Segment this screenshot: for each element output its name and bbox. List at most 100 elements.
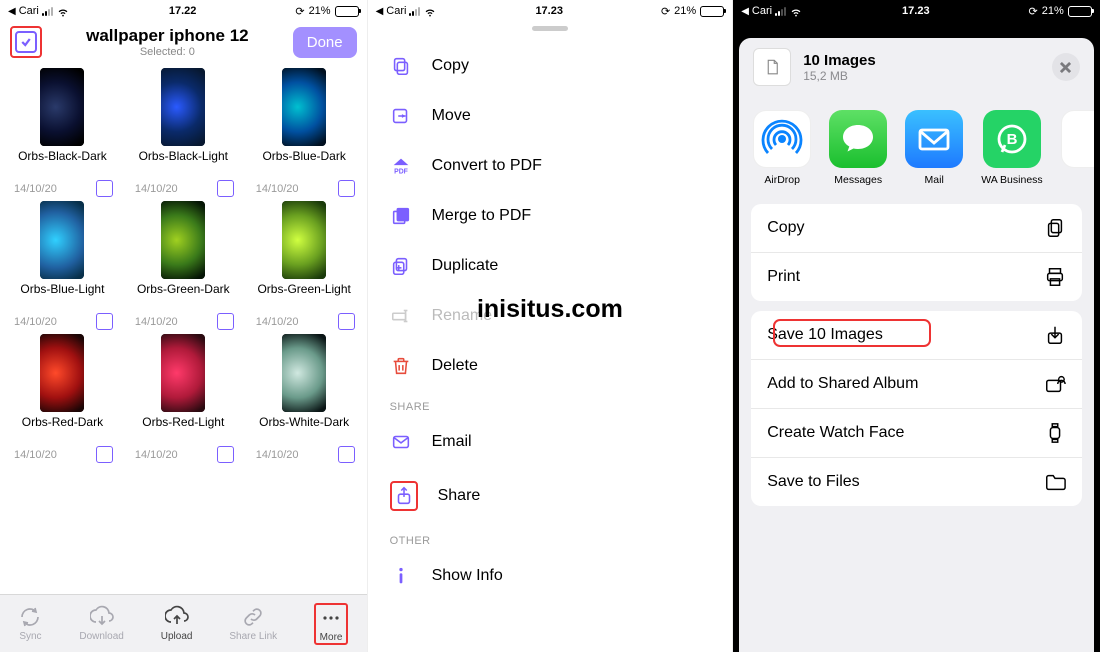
file-checkbox[interactable] — [96, 180, 113, 197]
file-name: Orbs-Black-Dark — [18, 150, 107, 178]
share-action-shared-album[interactable]: Add to Shared Album — [751, 360, 1082, 409]
copy-icon — [1044, 217, 1066, 239]
app-mail[interactable]: Mail — [905, 110, 963, 186]
file-browser-header: wallpaper iphone 12 Selected: 0 Done — [0, 22, 367, 62]
action-copy[interactable]: Copy — [368, 41, 733, 91]
action-copy-label: Copy — [432, 57, 469, 75]
file-cell[interactable]: Orbs-Red-Light 14/10/20 — [125, 334, 242, 463]
orientation-lock-icon: ⟳ — [1029, 5, 1038, 18]
app-messages[interactable]: Messages — [829, 110, 887, 186]
file-cell[interactable]: Orbs-Black-Light 14/10/20 — [125, 68, 242, 197]
orientation-lock-icon: ⟳ — [295, 5, 304, 18]
share-action-save-files[interactable]: Save to Files — [751, 458, 1082, 506]
share-action-copy-label: Copy — [767, 219, 804, 237]
file-cell[interactable]: Orbs-Black-Dark 14/10/20 — [4, 68, 121, 197]
share-action-copy[interactable]: Copy — [751, 204, 1082, 253]
file-checkbox[interactable] — [338, 313, 355, 330]
back-caret-icon[interactable]: ◀ — [8, 6, 16, 17]
status-bar: ◀ Cari 17.23 ⟳ 21% — [368, 0, 733, 22]
highlight-save-images — [773, 319, 931, 347]
folder-icon — [1044, 471, 1066, 493]
status-time: 17.23 — [902, 5, 930, 17]
file-checkbox[interactable] — [217, 446, 234, 463]
tab-sync[interactable]: Sync — [18, 605, 42, 642]
sync-icon — [18, 605, 42, 629]
share-sheet-header: 10 Images 15,2 MB — [739, 38, 1094, 96]
svg-text:B: B — [1007, 131, 1018, 148]
battery-percent: 21% — [674, 5, 696, 17]
back-caret-icon[interactable]: ◀ — [741, 6, 749, 17]
tab-more-label: More — [320, 632, 343, 643]
file-cell[interactable]: Orbs-Green-Light 14/10/20 — [246, 201, 363, 330]
action-duplicate[interactable]: Duplicate — [368, 241, 733, 291]
file-thumbnail — [161, 334, 205, 412]
file-date: 14/10/20 — [14, 316, 57, 328]
share-action-album-label: Add to Shared Album — [767, 375, 918, 393]
share-action-watch-face[interactable]: Create Watch Face — [751, 409, 1082, 458]
file-date: 14/10/20 — [14, 183, 57, 195]
move-icon — [390, 105, 412, 127]
trash-icon — [390, 355, 412, 377]
app-wa-business[interactable]: B WA Business — [981, 110, 1042, 186]
back-caret-icon[interactable]: ◀ — [376, 6, 384, 17]
file-thumbnail — [282, 201, 326, 279]
highlight-share — [390, 481, 418, 511]
done-button[interactable]: Done — [293, 27, 357, 58]
signal-icon — [42, 6, 53, 16]
back-app-label[interactable]: Cari — [752, 5, 772, 17]
select-all-button[interactable] — [15, 31, 37, 53]
file-checkbox[interactable] — [96, 313, 113, 330]
action-convert-pdf[interactable]: PDF Convert to PDF — [368, 141, 733, 191]
share-apps-row[interactable]: AirDrop Messages Mail B WA Business — [739, 96, 1094, 194]
battery-percent: 21% — [1042, 5, 1064, 17]
sheet-grabber[interactable] — [532, 26, 568, 31]
tab-upload[interactable]: Upload — [161, 605, 193, 642]
page-title: wallpaper iphone 12 — [48, 26, 287, 46]
file-cell[interactable]: Orbs-Blue-Dark 14/10/20 — [246, 68, 363, 197]
panel-action-sheet: ◀ Cari 17.23 ⟳ 21% Copy Move PDF Convert… — [367, 0, 734, 652]
action-delete[interactable]: Delete — [368, 341, 733, 391]
action-email[interactable]: Email — [368, 417, 733, 467]
file-checkbox[interactable] — [338, 180, 355, 197]
share-action-print[interactable]: Print — [751, 253, 1082, 301]
file-name: Orbs-Black-Light — [139, 150, 228, 178]
action-show-info[interactable]: Show Info — [368, 551, 733, 601]
app-airdrop[interactable]: AirDrop — [753, 110, 811, 186]
tab-more[interactable]: More — [319, 606, 343, 643]
file-checkbox[interactable] — [217, 313, 234, 330]
duplicate-icon — [390, 255, 412, 277]
share-icon — [393, 485, 415, 507]
back-app-label[interactable]: Cari — [19, 5, 39, 17]
status-bar: ◀ Cari 17.23 ⟳ 21% — [733, 0, 1100, 22]
file-name: Orbs-Blue-Dark — [262, 150, 345, 178]
file-checkbox[interactable] — [96, 446, 113, 463]
back-app-label[interactable]: Cari — [386, 5, 406, 17]
file-date: 14/10/20 — [135, 449, 178, 461]
app-more-peek[interactable] — [1061, 110, 1094, 186]
file-cell[interactable]: Orbs-Green-Dark 14/10/20 — [125, 201, 242, 330]
signal-icon — [409, 6, 420, 16]
file-name: Orbs-Red-Light — [142, 416, 224, 444]
file-checkbox[interactable] — [217, 180, 234, 197]
download-icon — [90, 605, 114, 629]
file-cell[interactable]: Orbs-Red-Dark 14/10/20 — [4, 334, 121, 463]
action-merge-pdf[interactable]: Merge to PDF — [368, 191, 733, 241]
file-date: 14/10/20 — [135, 183, 178, 195]
close-button[interactable] — [1052, 53, 1080, 81]
orientation-lock-icon: ⟳ — [661, 5, 670, 18]
tab-sharelink[interactable]: Share Link — [229, 605, 277, 642]
tab-download[interactable]: Download — [79, 605, 123, 642]
file-cell[interactable]: Orbs-Blue-Light 14/10/20 — [4, 201, 121, 330]
watch-icon — [1044, 422, 1066, 444]
file-cell[interactable]: Orbs-White-Dark 14/10/20 — [246, 334, 363, 463]
action-share[interactable]: Share — [368, 467, 733, 525]
whatsapp-icon: B — [983, 110, 1041, 168]
share-title: 10 Images — [803, 52, 876, 69]
file-name: Orbs-Red-Dark — [22, 416, 103, 444]
file-date: 14/10/20 — [14, 449, 57, 461]
file-checkbox[interactable] — [338, 446, 355, 463]
status-bar: ◀ Cari 17.22 ⟳ 21% — [0, 0, 367, 22]
bottom-toolbar: Sync Download Upload Share Link More — [0, 594, 367, 652]
file-thumbnail — [40, 68, 84, 146]
action-move[interactable]: Move — [368, 91, 733, 141]
